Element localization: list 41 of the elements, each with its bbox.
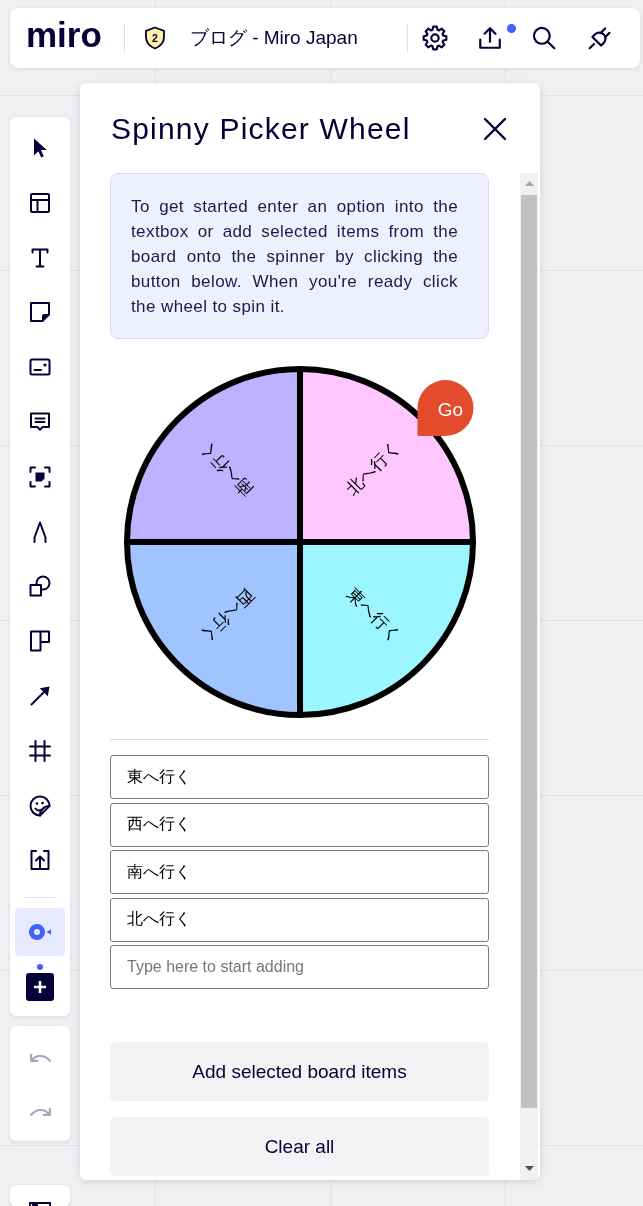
frame-icon [28, 738, 52, 763]
segment-label: 西へ行く [195, 584, 257, 647]
columns-icon [28, 629, 52, 654]
shield-badge: 2 [142, 26, 167, 50]
settings-icon [422, 25, 448, 51]
plus-square-icon [26, 972, 54, 1001]
option-field[interactable]: 南へ行く [110, 850, 489, 894]
option-field[interactable]: 西へ行く [110, 802, 489, 847]
undo-icon [29, 1053, 51, 1063]
add-items-button[interactable]: Add selected board items [110, 1042, 489, 1101]
option-field[interactable]: 北へ行く [110, 897, 489, 942]
upload-icon [28, 848, 52, 873]
sticky-note-icon [28, 300, 52, 325]
app-button[interactable] [15, 907, 65, 956]
intro-text: To get started enter an option into the textbox or add selected items from the board onto the spinner by clicking the button below. When you're ready click the wheel to spin it. [131, 196, 458, 318]
scrollbar-thumb[interactable] [521, 195, 537, 1108]
comment-icon [28, 410, 52, 434]
logo-text[interactable]: miro [26, 15, 102, 55]
layout-icon [28, 190, 52, 215]
close-button[interactable] [482, 116, 508, 142]
new-option-field[interactable]: Type here to start adding [110, 945, 489, 989]
upload-icon [477, 25, 503, 51]
wheel-segment[interactable] [296, 366, 476, 545]
close-icon [483, 117, 507, 141]
option-field[interactable]: 東へ行く [110, 755, 489, 799]
focus-frame-icon [28, 464, 52, 489]
segment-label: 北へ行く [342, 437, 404, 500]
scroll-down-icon[interactable] [524, 1166, 534, 1171]
board-title[interactable]: ブログ - Miro Japan [189, 25, 358, 51]
add-apps-button[interactable] [26, 972, 54, 1001]
redo-icon [29, 1107, 51, 1117]
sticker-icon [28, 793, 52, 818]
segment-label: 南へ行く [195, 437, 257, 500]
segment-label: 東へ行く [342, 584, 404, 647]
clear-all-button[interactable]: Clear all [110, 1117, 489, 1176]
panel-title: Spinny Picker Wheel [111, 111, 411, 147]
shapes-icon [28, 574, 52, 599]
plug-icon [587, 25, 613, 51]
layout-icon [29, 1201, 51, 1206]
search-icon [531, 25, 557, 51]
go-button[interactable]: Go [417, 380, 473, 436]
